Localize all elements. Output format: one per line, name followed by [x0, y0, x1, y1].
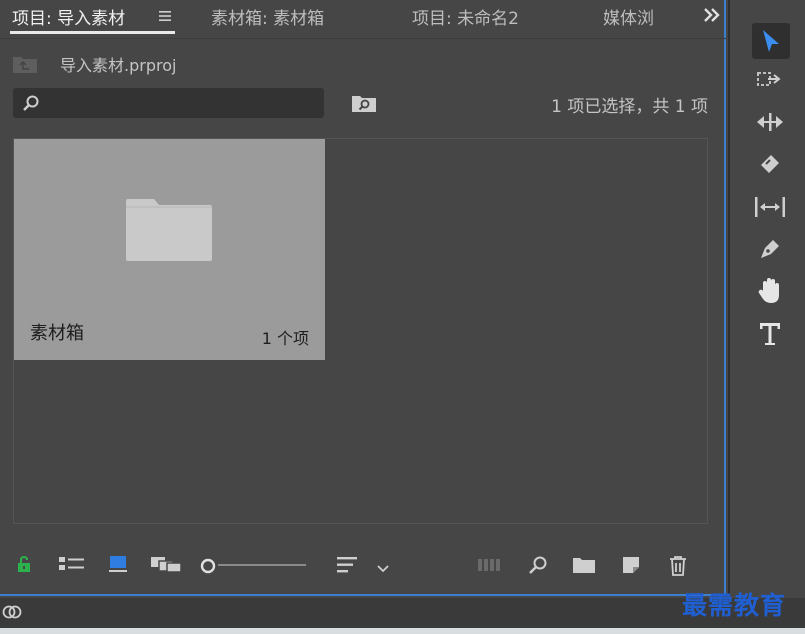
- creative-cloud-sync-icon[interactable]: [2, 603, 22, 625]
- ripple-edit-icon: [757, 113, 783, 131]
- new-item-icon[interactable]: [621, 555, 641, 579]
- active-tab-indicator: [10, 31, 175, 34]
- selection-tool[interactable]: [752, 23, 790, 59]
- tab-project-untitled[interactable]: 项目: 未命名2: [412, 4, 519, 29]
- tab-bin[interactable]: 素材箱: 素材箱: [211, 4, 324, 29]
- selection-status-text: 1 项已选择，共 1 项: [551, 97, 708, 117]
- panel-menu-icon[interactable]: [158, 8, 172, 27]
- pen-icon: [761, 240, 779, 258]
- track-select-icon: [757, 72, 781, 86]
- find-in-bin-icon[interactable]: [351, 93, 377, 117]
- find-icon[interactable]: [528, 555, 548, 579]
- more-tabs-icon[interactable]: [703, 7, 721, 27]
- type-icon: [760, 323, 780, 345]
- taskbar-strip: [0, 628, 805, 634]
- freeform-view-icon[interactable]: [150, 555, 182, 577]
- razor-tool[interactable]: [752, 146, 788, 182]
- tab-project-import[interactable]: 项目: 导入素材: [12, 4, 125, 29]
- slip-tool[interactable]: [752, 189, 788, 225]
- project-folder-icon: [12, 54, 38, 78]
- sort-icon[interactable]: [336, 555, 360, 579]
- tools-panel: [728, 0, 805, 596]
- bin-item-count: 1 个项: [261, 329, 309, 348]
- project-file-name: 导入素材.prproj: [60, 56, 177, 75]
- icon-view-icon[interactable]: [108, 555, 130, 577]
- project-panel: 项目: 导入素材 素材箱: 素材箱 项目: 未命名2 媒体浏 导入素材.prpr…: [0, 0, 726, 596]
- zoom-slider-track[interactable]: [218, 564, 306, 566]
- hand-tool[interactable]: [752, 273, 788, 309]
- track-select-tool[interactable]: [752, 62, 788, 98]
- search-icon: [22, 94, 40, 116]
- zoom-slider-handle[interactable]: [199, 557, 217, 579]
- automate-to-sequence-icon[interactable]: [477, 557, 503, 577]
- slip-icon: [755, 197, 785, 217]
- selection-arrow-icon: [763, 30, 779, 52]
- folder-icon: [124, 197, 214, 267]
- ripple-edit-tool[interactable]: [752, 104, 788, 140]
- lock-icon[interactable]: [16, 555, 32, 577]
- bin-item-tile[interactable]: 素材箱 1 个项: [14, 139, 325, 360]
- tab-divider: [0, 38, 726, 39]
- bin-item-name: 素材箱: [30, 323, 84, 344]
- razor-icon: [761, 155, 779, 173]
- watermark-text: 最需教育: [682, 591, 787, 620]
- tab-media-browser[interactable]: 媒体浏: [603, 4, 654, 29]
- hand-icon: [758, 278, 779, 303]
- type-tool[interactable]: [752, 316, 788, 352]
- list-view-icon[interactable]: [58, 555, 86, 577]
- new-bin-icon[interactable]: [572, 555, 596, 579]
- sort-dropdown-chevron-icon[interactable]: [376, 559, 390, 578]
- pen-tool[interactable]: [752, 231, 788, 267]
- clear-trash-icon[interactable]: [668, 555, 688, 581]
- search-input[interactable]: [13, 88, 324, 118]
